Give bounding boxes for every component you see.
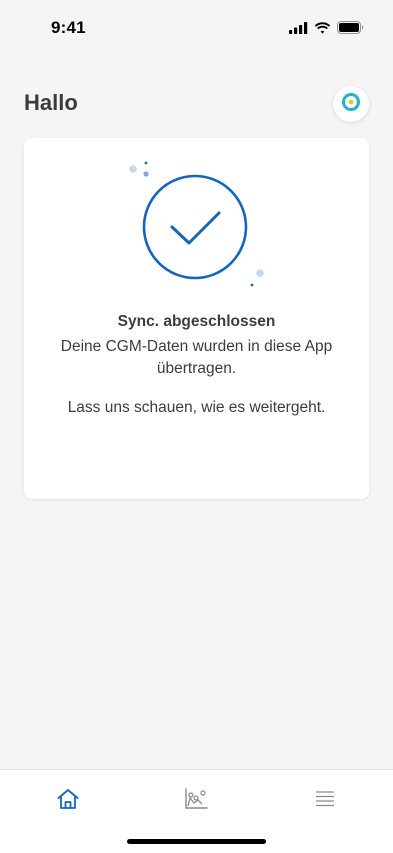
menu-icon bbox=[314, 790, 336, 813]
tab-statistics[interactable] bbox=[183, 787, 209, 815]
page-title: Hallo bbox=[24, 90, 78, 115]
sync-message: Deine CGM-Daten wurden in diese App über… bbox=[60, 338, 333, 377]
tab-menu[interactable] bbox=[312, 788, 338, 814]
sync-followup-text: Lass uns schauen, wie es weitergeht. bbox=[67, 399, 326, 416]
status-time: 9:41 bbox=[51, 18, 86, 37]
tab-home[interactable] bbox=[55, 788, 81, 814]
sync-status-card: Sync. abgeschlossen Deine CGM-Daten wurd… bbox=[24, 138, 369, 499]
status-icons bbox=[289, 21, 364, 39]
sensor-device-button[interactable] bbox=[333, 86, 369, 122]
checkmark-circle-icon bbox=[123, 158, 273, 293]
chart-icon bbox=[184, 787, 208, 815]
home-indicator[interactable] bbox=[127, 839, 266, 844]
cellular-signal-icon bbox=[289, 21, 308, 39]
sync-title: Sync. abgeschlossen bbox=[117, 313, 276, 330]
wifi-icon bbox=[314, 21, 331, 39]
home-icon bbox=[56, 788, 80, 815]
battery-icon bbox=[337, 21, 364, 39]
sensor-ring-icon bbox=[340, 91, 362, 118]
status-bar: 9:41 bbox=[0, 0, 393, 54]
